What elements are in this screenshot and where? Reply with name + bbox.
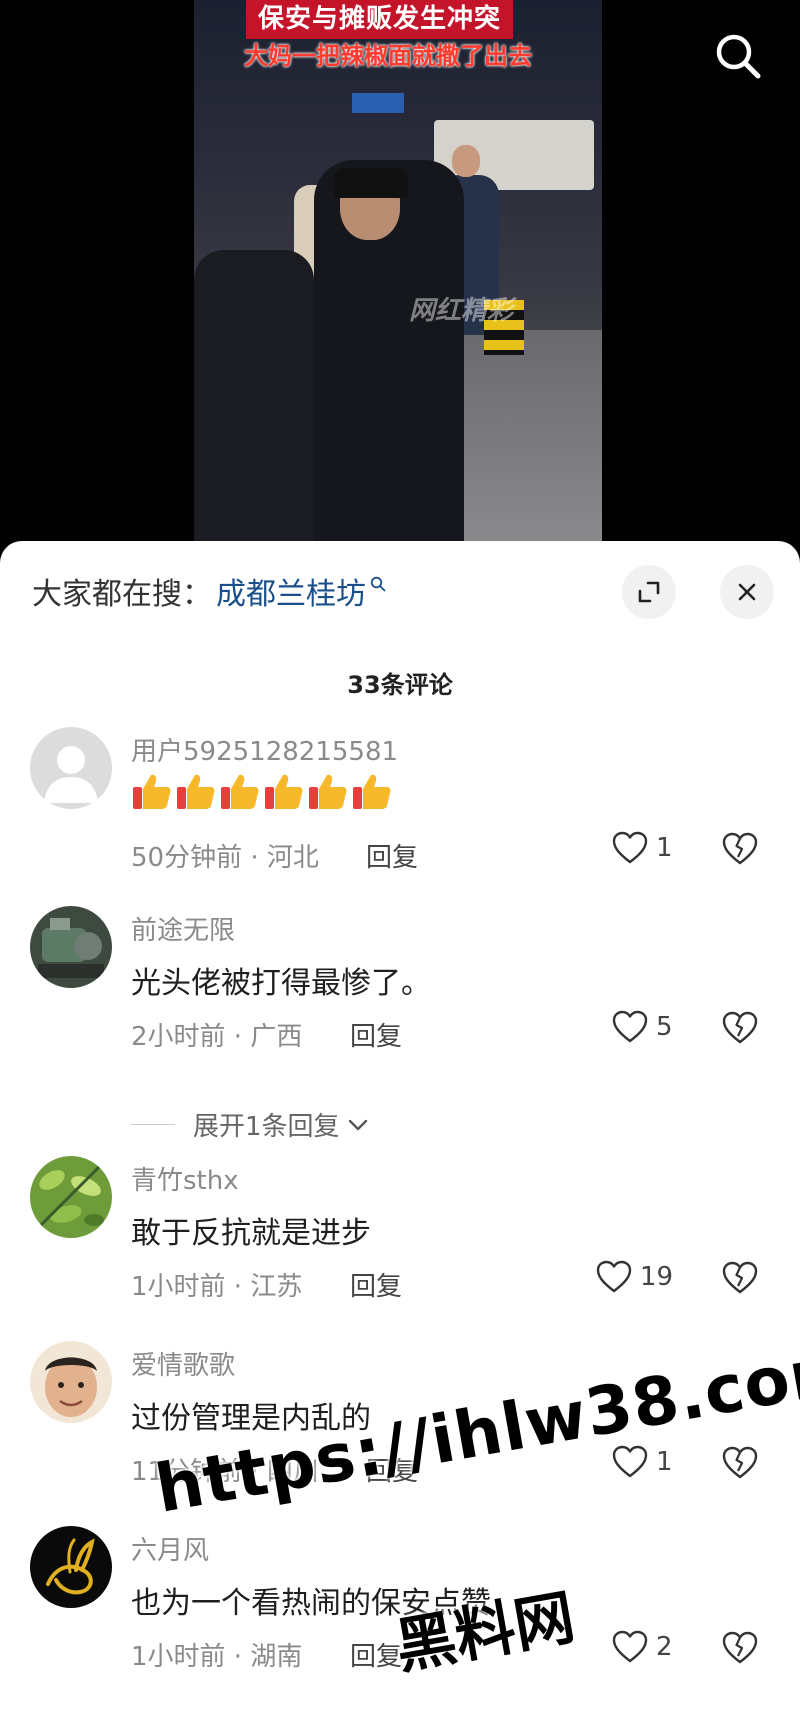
machine-photo-avatar — [30, 906, 112, 988]
rabbit-logo-avatar — [30, 1526, 112, 1608]
thumbs-up-emoji-row — [131, 771, 393, 811]
comment-count-title: 33条评论 — [347, 671, 453, 699]
comment-time-location: 1小时前 · 湖南 — [131, 1642, 303, 1672]
comment-sheet: 大家都在搜： 成都兰桂坊 33条评论 用户5925128215581 50分钟前… — [0, 541, 800, 1710]
broken-heart-icon[interactable] — [722, 831, 758, 867]
close-icon — [738, 583, 756, 601]
comment-text: 光头佬被打得最惨了。 — [131, 966, 431, 1001]
reply-button[interactable]: 回复 — [350, 1266, 402, 1303]
expand-icon — [638, 581, 660, 603]
leaves-photo-avatar — [30, 1156, 112, 1238]
expand-button[interactable] — [622, 565, 676, 619]
broken-heart-icon[interactable] — [722, 1260, 758, 1296]
like-count: 5 — [656, 1012, 673, 1042]
trending-search-term[interactable]: 成都兰桂坊 — [216, 569, 366, 613]
like-button[interactable]: 1 — [612, 1445, 673, 1479]
chevron-down-icon — [348, 1119, 367, 1130]
like-count: 2 — [656, 1632, 673, 1662]
video-watermark: 网红精彩 — [409, 296, 514, 326]
video-headline: 保安与摊贩发生冲突 — [246, 0, 514, 39]
comment-username[interactable]: 青竹sthx — [131, 1160, 239, 1197]
avatar[interactable] — [30, 1156, 112, 1238]
broken-heart-icon[interactable] — [722, 1010, 758, 1046]
avatar[interactable] — [30, 727, 112, 809]
heart-icon — [612, 1630, 648, 1663]
reply-button[interactable]: 回复 — [350, 1636, 402, 1673]
video-frame[interactable]: 网红精彩 保安与摊贩发生冲突 大妈一把辣椒面就撒了出去 — [194, 0, 602, 545]
divider — [131, 1124, 175, 1125]
video-vendor-head — [452, 145, 480, 177]
comment-username[interactable]: 用户5925128215581 — [131, 731, 398, 768]
like-count: 1 — [656, 833, 673, 863]
video-guard-cap — [334, 168, 408, 198]
thumbs-up-icon — [309, 774, 347, 809]
like-count: 19 — [640, 1262, 674, 1292]
avatar[interactable] — [30, 1526, 112, 1608]
avatar[interactable] — [30, 1341, 112, 1423]
video-street-sign — [352, 93, 404, 113]
trending-search-prefix: 大家都在搜： — [32, 577, 212, 612]
like-button[interactable]: 2 — [612, 1630, 673, 1664]
like-button[interactable]: 1 — [612, 831, 673, 865]
video-subheadline: 大妈一把辣椒面就撒了出去 — [244, 42, 532, 70]
like-button[interactable]: 5 — [612, 1010, 673, 1044]
comment-username[interactable]: 前途无限 — [131, 910, 235, 947]
close-button[interactable] — [720, 565, 774, 619]
thumbs-up-icon — [265, 774, 303, 809]
comment-time-location: 50分钟前 · 河北 — [131, 843, 319, 873]
like-count: 1 — [656, 1447, 673, 1477]
broken-heart-icon[interactable] — [722, 1445, 758, 1481]
avatar[interactable] — [30, 906, 112, 988]
broken-heart-icon[interactable] — [722, 1630, 758, 1666]
comment-username[interactable]: 六月风 — [131, 1530, 209, 1567]
default-avatar-icon — [30, 727, 112, 809]
search-small-icon — [370, 576, 386, 592]
thumbs-up-icon — [177, 774, 215, 809]
reply-button[interactable]: 回复 — [366, 837, 418, 874]
heart-icon — [612, 831, 648, 864]
face-photo-avatar — [30, 1341, 112, 1423]
reply-button[interactable]: 回复 — [350, 1016, 402, 1053]
heart-icon — [612, 1010, 648, 1043]
thumbs-up-icon — [353, 774, 391, 809]
comment-time-location: 2小时前 · 广西 — [131, 1022, 303, 1052]
trending-search-bar[interactable]: 大家都在搜： 成都兰桂坊 — [32, 569, 386, 613]
thumbs-up-icon — [221, 774, 259, 809]
comment-text: 敢于反抗就是进步 — [131, 1216, 371, 1251]
expand-replies-button[interactable]: 展开1条回复 — [131, 1106, 370, 1143]
search-icon[interactable] — [712, 30, 764, 82]
comment-text — [131, 771, 393, 811]
like-button[interactable]: 19 — [596, 1260, 673, 1294]
comment-username[interactable]: 爱情歌歌 — [131, 1345, 235, 1382]
heart-icon — [612, 1445, 648, 1478]
comment-time-location: 1小时前 · 江苏 — [131, 1272, 303, 1302]
heart-icon — [596, 1260, 632, 1293]
expand-replies-label: 展开1条回复 — [193, 1112, 340, 1142]
thumbs-up-icon — [133, 774, 171, 809]
video-guard-left — [194, 250, 314, 545]
video-player[interactable]: 网红精彩 保安与摊贩发生冲突 大妈一把辣椒面就撒了出去 — [0, 0, 800, 545]
